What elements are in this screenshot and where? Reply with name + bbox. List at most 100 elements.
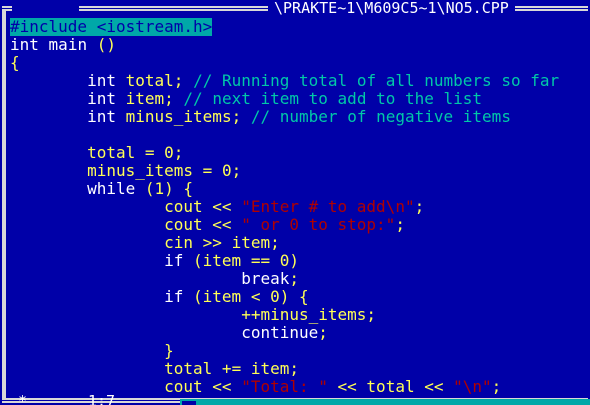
code-line[interactable]: if (item < 0) { <box>10 288 588 306</box>
code-token-keyword: main <box>48 35 88 54</box>
modified-indicator: * <box>18 392 28 405</box>
horizontal-scrollbar[interactable] <box>180 399 590 405</box>
code-line[interactable] <box>10 126 588 144</box>
code-token-keyword: continue <box>241 323 319 342</box>
code-token-keyword: int <box>87 89 116 108</box>
code-token-symbol: ) { <box>279 287 309 306</box>
code-token-symbol: ; <box>289 359 299 378</box>
code-line[interactable]: minus_items = 0; <box>10 162 588 180</box>
code-token-comment: // Running total of all numbers so far <box>193 71 560 90</box>
code-token-ws <box>10 179 87 198</box>
code-token-symbol: { <box>10 53 20 72</box>
code-line[interactable]: int minus_items; // number of negative i… <box>10 108 588 126</box>
code-line[interactable]: #include <iostream.h> <box>10 18 588 36</box>
code-token-keyword: break <box>241 269 290 288</box>
code-token-ident: cout <box>164 197 203 216</box>
code-token-symbol: ) <box>289 251 299 270</box>
code-token-ws <box>241 107 251 126</box>
code-token-keyword: int <box>87 107 116 126</box>
code-token-ident: cin <box>164 233 194 252</box>
code-token-ws <box>10 305 241 324</box>
code-token-ident: minus_items <box>125 107 232 126</box>
code-token-number: 0 <box>164 143 174 162</box>
code-token-ws <box>10 359 164 378</box>
window-title: \PRAKTE~1\M609C5~1\NO5.CPP <box>268 0 515 17</box>
code-token-comment: // next item to add to the list <box>183 89 483 108</box>
code-token-string: " or 0 to stop:" <box>241 215 396 234</box>
code-token-ident: cout <box>164 215 203 234</box>
code-token-symbol: ( <box>183 251 203 270</box>
code-token-ws <box>10 251 164 270</box>
code-token-ws <box>10 89 87 108</box>
code-line[interactable]: cout << "Enter # to add\n"; <box>10 198 588 216</box>
cursor-position: 1:7 <box>88 392 116 405</box>
code-token-symbol: ; <box>289 269 299 288</box>
code-token-ws <box>10 287 164 306</box>
code-line[interactable]: } <box>10 342 588 360</box>
code-token-ws <box>10 197 164 216</box>
scrollbar-thumb[interactable] <box>180 399 198 405</box>
code-line[interactable]: cout << " or 0 to stop:"; <box>10 216 588 234</box>
code-line[interactable]: cin >> item; <box>10 234 588 252</box>
code-token-symbol: ; <box>164 89 174 108</box>
code-token-ws <box>10 341 164 360</box>
code-token-symbol: ; <box>231 161 242 180</box>
code-line[interactable]: ++minus_items; <box>10 306 588 324</box>
code-line[interactable]: int item; // next item to add to the lis… <box>10 90 588 108</box>
editor-window: [■] \PRAKTE~1\M609C5~1\NO5.CPP #include … <box>0 0 590 405</box>
code-line[interactable]: int total; // Running total of all numbe… <box>10 72 588 90</box>
code-line[interactable]: while (1) { <box>10 180 588 198</box>
code-line[interactable]: total = 0; <box>10 144 588 162</box>
code-token-ident: item <box>202 287 242 306</box>
code-token-symbol: ; <box>231 107 242 126</box>
code-token-symbol: += <box>212 359 251 378</box>
code-token-ws <box>116 71 126 90</box>
code-token-number: 0 <box>279 251 290 270</box>
code-token-ws <box>10 71 87 90</box>
code-token-symbol: ; <box>270 233 280 252</box>
code-token-number: 0 <box>270 287 280 306</box>
window-frame-left <box>2 9 6 398</box>
code-line[interactable]: break; <box>10 270 588 288</box>
code-token-ws <box>135 179 145 198</box>
code-token-keyword: if <box>164 251 184 270</box>
code-token-ident: item <box>125 89 165 108</box>
code-token-ident: total <box>87 143 136 162</box>
code-token-symbol: (1) { <box>144 179 194 198</box>
code-line[interactable]: if (item == 0) <box>10 252 588 270</box>
code-token-ws <box>10 107 87 126</box>
close-box-button[interactable]: [■] <box>12 0 80 34</box>
code-line[interactable]: int main () <box>10 36 588 54</box>
code-token-ident: total <box>125 71 174 90</box>
code-token-symbol: == <box>241 251 280 270</box>
code-token-keyword: if <box>164 287 184 306</box>
code-token-symbol: ; <box>395 215 405 234</box>
code-token-ws <box>39 35 49 54</box>
code-token-ws <box>10 269 241 288</box>
code-token-symbol: >> <box>193 233 232 252</box>
code-line[interactable]: { <box>10 54 588 72</box>
code-token-ws <box>87 35 97 54</box>
code-token-symbol: () <box>96 35 116 54</box>
code-token-symbol: } <box>164 341 174 360</box>
code-token-symbol: = <box>135 143 165 162</box>
code-token-ws <box>10 161 87 180</box>
code-token-ident: item <box>202 251 242 270</box>
code-token-ident: minus_items <box>87 161 194 180</box>
code-token-selected: #include <iostream.h> <box>10 18 213 36</box>
code-editor[interactable]: #include <iostream.h> int main (){ int to… <box>10 18 588 398</box>
code-token-ws <box>10 215 164 234</box>
code-token-symbol: ; <box>366 305 377 324</box>
code-token-ws <box>116 89 126 108</box>
code-line[interactable]: continue; <box>10 324 588 342</box>
code-token-symbol: << <box>202 215 242 234</box>
code-token-symbol: << <box>202 197 242 216</box>
code-line[interactable]: total += item; <box>10 360 588 378</box>
code-token-ws <box>10 143 87 162</box>
code-token-ident: item <box>231 233 271 252</box>
code-token-ident: minus_items <box>260 305 367 324</box>
status-bar: * 1:7 <box>0 393 590 405</box>
code-token-ident: total <box>164 359 213 378</box>
code-token-symbol: ; <box>318 323 328 342</box>
code-token-string: "Enter # to add\n" <box>241 197 415 216</box>
